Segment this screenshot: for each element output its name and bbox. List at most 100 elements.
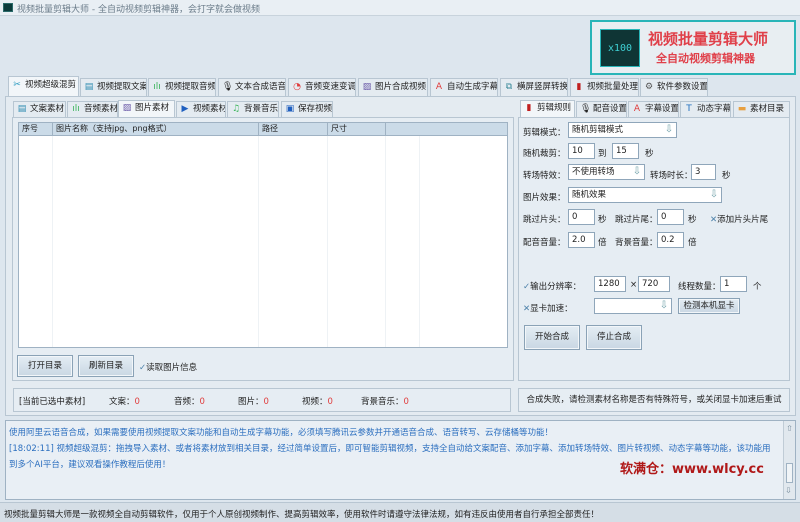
tab-label: 音频变速变调 (305, 82, 356, 92)
checkbox-label: 显卡加速： (530, 304, 573, 314)
tab-label: 视频批量处理 (587, 82, 639, 92)
tab-video-mix[interactable]: ✂ 视频超级混剪 (8, 76, 79, 96)
tab-voice-settings[interactable]: 🎙 配音设置 (576, 101, 627, 117)
open-directory-button[interactable]: 打开目录 (17, 355, 73, 377)
scissors-icon: ✂ (13, 80, 21, 90)
resolution-height-input[interactable]: 720 (638, 276, 670, 292)
tab-label: 横屏竖屏转换 (517, 82, 568, 92)
image-icon: ▨ (362, 82, 372, 92)
add-head-tail-checkbox[interactable]: ✕添加片头片尾 (710, 213, 768, 225)
count-value: 0 (134, 397, 140, 407)
column-header[interactable]: 图片名称（支持jpg、png格式） (53, 123, 259, 136)
tab-extract-audio[interactable]: ılı 视频提取音频 (148, 78, 216, 96)
gpu-accel-checkbox[interactable]: ✕显卡加速： (523, 302, 573, 314)
skip-tail-input[interactable]: 0 (657, 209, 684, 225)
tab-auto-subtitle[interactable]: A 自动生成字幕 (430, 78, 498, 96)
bg-volume-input[interactable]: 0.2 (657, 232, 684, 248)
speedometer-icon: ◔ (293, 82, 301, 92)
microphone-icon: 🎙 (222, 82, 234, 92)
image-table[interactable]: 序号 图片名称（支持jpg、png格式） 路径 尺寸 (18, 122, 508, 348)
transition-duration-input[interactable]: 3 (691, 164, 716, 180)
cut-from-input[interactable]: 10 (568, 143, 595, 159)
checkbox-label: 添加片头片尾 (717, 215, 769, 225)
dropdown-arrow-icon: ⇩ (664, 124, 674, 135)
output-resolution-checkbox[interactable]: ✓输出分辨率： (523, 280, 581, 292)
window-title: 视频批量剪辑大师 - 全自动视频剪辑神器，会打字就会做视频 (17, 5, 260, 15)
settings-tabs: ▮ 剪辑规则 🎙 配音设置 A 字幕设置 T 动态字幕 ▬ 素材目录 (0, 100, 800, 118)
column-header[interactable]: 序号 (19, 123, 53, 136)
gpu-select[interactable]: ⇩ (594, 298, 672, 314)
seconds-label: 秒 (598, 215, 607, 225)
tab-batch[interactable]: ▮ 视频批量处理 (570, 78, 639, 96)
seconds-label: 秒 (645, 149, 654, 159)
film-logo-icon: x100 (600, 29, 640, 67)
dropdown-arrow-icon: ⇩ (709, 189, 719, 200)
seconds-label: 秒 (688, 215, 697, 225)
effect-label: 图片效果： (523, 193, 566, 203)
cut-to-input[interactable]: 15 (612, 143, 639, 159)
tab-orientation[interactable]: ⧉ 横屏竖屏转换 (500, 78, 568, 96)
font-icon: A (435, 82, 443, 92)
count-value: 0 (403, 397, 409, 407)
tab-subtitle-settings[interactable]: A 字幕设置 (628, 101, 679, 117)
select-value: 随机效果 (572, 190, 607, 200)
count-value: 0 (263, 397, 269, 407)
tab-image-video[interactable]: ▨ 图片合成视频 (358, 78, 428, 96)
tab-label: 视频提取文案 (97, 82, 147, 92)
selected-material-bar: [当前已选中素材] 文案：0 音频：0 图片：0 视频：0 背景音乐：0 (13, 388, 511, 412)
tab-settings[interactable]: ⚙ 软件参数设置 (640, 78, 708, 96)
music-count: 背景音乐：0 (361, 395, 409, 407)
table-body (19, 136, 507, 347)
read-image-info-checkbox[interactable]: ✓读取图片信息 (139, 361, 197, 373)
tab-label: 视频超级混剪 (25, 80, 77, 90)
effect-select[interactable]: 随机效果 ⇩ (568, 187, 722, 203)
threads-label: 线程数量： (678, 282, 721, 292)
logo-banner: x100 视频批量剪辑大师 全自动视频剪辑神器 (590, 20, 796, 75)
mode-select[interactable]: 随机剪辑模式 ⇩ (568, 122, 677, 138)
mode-label: 剪辑模式： (523, 128, 566, 138)
skip-head-label: 跳过片头： (523, 215, 566, 225)
log-scrollbar[interactable]: ⇧ ⇩ (783, 421, 795, 499)
font-icon: A (633, 104, 641, 114)
document-icon: ▤ (84, 82, 94, 92)
video-count: 视频：0 (302, 395, 333, 407)
tab-label: 自动生成字幕 (447, 82, 498, 92)
gear-icon: ⚙ (644, 82, 654, 92)
watermark: 软满仓：www.wlcy.cc (620, 462, 764, 477)
count-label: 背景音乐： (361, 397, 404, 407)
tab-edit-rules[interactable]: ▮ 剪辑规则 (520, 100, 575, 118)
refresh-directory-button[interactable]: 刷新目录 (78, 355, 134, 377)
audio-count: 音频：0 (174, 395, 205, 407)
log-line: 使用阿里云语音合成，如果需要使用视频提取文案功能和自动生成字幕功能，必须填写腾讯… (9, 428, 554, 438)
tab-tts[interactable]: 🎙 文本合成语音 (218, 78, 286, 96)
start-button[interactable]: 开始合成 (524, 325, 580, 350)
column-header[interactable]: 路径 (259, 123, 328, 136)
resolution-width-input[interactable]: 1280 (594, 276, 626, 292)
tab-audio-speed[interactable]: ◔ 音频变速变调 (288, 78, 356, 96)
detect-gpu-button[interactable]: 检测本机显卡 (678, 298, 740, 314)
text-count: 文案：0 (109, 395, 140, 407)
scroll-up-icon[interactable]: ⇧ (784, 421, 795, 437)
voice-volume-label: 配音音量： (523, 238, 566, 248)
rotate-icon: ⧉ (505, 82, 513, 92)
film-icon: ▮ (576, 82, 582, 92)
count-value: 0 (199, 397, 205, 407)
tab-extract-text[interactable]: ▤ 视频提取文案 (80, 78, 147, 96)
times-label: 倍 (598, 238, 607, 248)
tab-label: 视频提取音频 (165, 82, 216, 92)
tab-label: 文本合成语音 (235, 82, 286, 92)
result-status: 合成失败，请检测素材名称是否有特殊符号，或关闭显卡加速后重试 (518, 388, 790, 412)
scroll-down-icon[interactable]: ⇩ (785, 483, 792, 499)
count-label: 音频： (174, 397, 200, 407)
times-sign: × (630, 280, 638, 290)
stop-button[interactable]: 停止合成 (586, 325, 642, 350)
scroll-thumb[interactable] (786, 463, 793, 483)
threads-input[interactable]: 1 (720, 276, 747, 292)
tab-material-dir[interactable]: ▬ 素材目录 (733, 101, 790, 117)
tab-dynamic-subtitle[interactable]: T 动态字幕 (680, 101, 731, 117)
voice-volume-input[interactable]: 2.0 (568, 232, 595, 248)
tab-label: 图片合成视频 (375, 82, 427, 92)
skip-head-input[interactable]: 0 (568, 209, 595, 225)
transition-select[interactable]: 不使用转场 ⇩ (568, 164, 645, 180)
column-header[interactable]: 尺寸 (328, 123, 386, 136)
